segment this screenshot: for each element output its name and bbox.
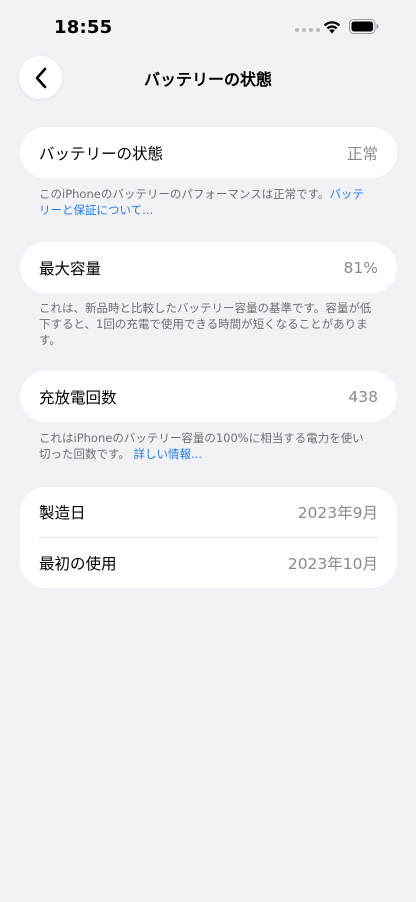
battery-state-value: 正常 [346, 144, 378, 163]
first-use-row: 最初の使用 2023年10月 [20, 538, 397, 588]
first-use-value: 2023年10月 [287, 555, 378, 573]
more-info-link[interactable]: 詳しい情報... [134, 447, 202, 461]
cycle-count-row: 充放電回数 438 [20, 371, 397, 422]
first-use-label: 最初の使用 [39, 555, 117, 573]
battery-state-card: バッテリーの状態 正常 [20, 127, 397, 178]
max-capacity-label: 最大容量 [39, 259, 102, 278]
status-time: 18:55 [54, 17, 113, 38]
cycle-count-value: 438 [348, 387, 378, 406]
cycle-count-label: 充放電回数 [39, 388, 117, 407]
cycle-count-footnote: これはiPhoneのバッテリー容量の100%に相当する電力を使い切った回数です。… [39, 430, 374, 462]
battery-icon [349, 19, 379, 34]
page-title: バッテリーの状態 [143, 70, 272, 89]
battery-state-label: バッテリーの状態 [39, 144, 164, 163]
cellular-dots-icon [295, 28, 320, 32]
max-capacity-row: 最大容量 81% [20, 242, 397, 293]
manufacture-date-row: 製造日 2023年9月 [20, 487, 397, 537]
max-capacity-footnote: これは、新品時と比較したバッテリー容量の基準です。容量が低下すると、1回の充電で… [39, 301, 372, 347]
wifi-icon [323, 21, 341, 34]
max-capacity-value: 81% [343, 258, 378, 277]
battery-state-footnote: このiPhoneのバッテリーのパフォーマンスは正常です。バッテリーと保証について… [39, 186, 374, 218]
max-capacity-card: 最大容量 81% [20, 242, 397, 293]
cycle-count-card: 充放電回数 438 [20, 371, 397, 422]
manufacture-date-label: 製造日 [39, 504, 86, 522]
battery-state-footnote-text: このiPhoneのバッテリーのパフォーマンスは正常です。 [39, 187, 330, 201]
dates-card: 製造日 2023年9月 最初の使用 2023年10月 [20, 487, 397, 588]
manufacture-date-value: 2023年9月 [297, 504, 378, 522]
battery-state-row: バッテリーの状態 正常 [20, 127, 397, 178]
status-bar: 18:55 [0, 0, 416, 54]
